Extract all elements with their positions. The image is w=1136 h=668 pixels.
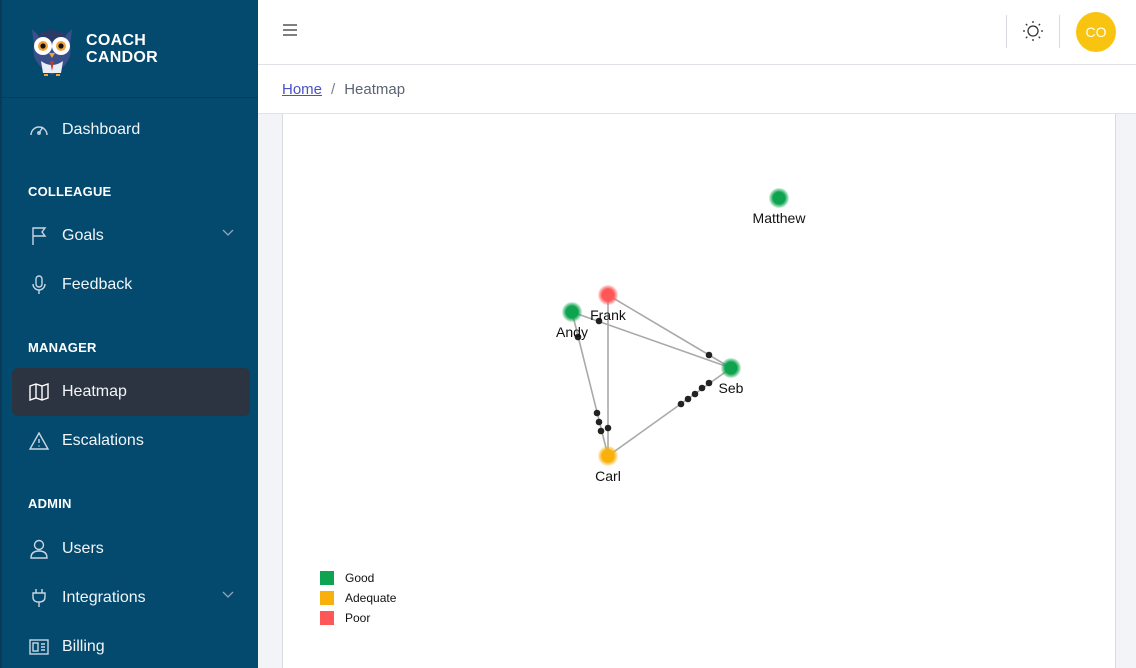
sidebar-item-goals[interactable]: Goals bbox=[12, 212, 250, 260]
sidebar-item-users[interactable]: Users bbox=[12, 525, 250, 573]
section-manager: MANAGER bbox=[28, 340, 97, 355]
edge-marker bbox=[593, 409, 601, 417]
section-colleague: COLLEAGUE bbox=[28, 184, 112, 199]
brand-line1: COACH bbox=[86, 31, 147, 49]
edge-marker bbox=[677, 400, 685, 408]
edge-marker bbox=[684, 395, 692, 403]
plug-icon bbox=[28, 587, 50, 609]
breadcrumb: Home / Heatmap bbox=[258, 65, 1136, 114]
breadcrumb-home-link[interactable]: Home bbox=[282, 81, 322, 98]
sidebar: COACH CANDOR Dashboard COLLEAGUE Goals F… bbox=[0, 0, 258, 668]
sidebar-item-label: Goals bbox=[62, 227, 104, 244]
chevron-down-icon bbox=[222, 591, 234, 598]
graph-node-label: Seb bbox=[719, 380, 744, 396]
graph-node-carl[interactable] bbox=[598, 446, 618, 466]
user-icon bbox=[28, 538, 50, 560]
graph-node-label: Frank bbox=[590, 307, 627, 323]
graph-node-label: Andy bbox=[556, 324, 588, 340]
graph-node-frank[interactable] bbox=[598, 285, 618, 305]
brand[interactable]: COACH CANDOR bbox=[2, 0, 258, 98]
legend-label-adequate: Adequate bbox=[345, 591, 397, 605]
graph-node-label: Matthew bbox=[753, 210, 807, 226]
header-divider bbox=[1059, 15, 1060, 48]
owl-logo-icon bbox=[32, 28, 72, 76]
speedometer-icon bbox=[28, 119, 50, 141]
sidebar-item-label: Users bbox=[62, 540, 104, 557]
sidebar-item-label: Dashboard bbox=[62, 121, 141, 138]
graph-node-andy[interactable] bbox=[562, 302, 582, 322]
hamburger-menu-icon[interactable] bbox=[282, 22, 298, 38]
legend-swatch-adequate bbox=[320, 591, 334, 605]
warning-icon bbox=[28, 430, 50, 452]
sidebar-item-dashboard[interactable]: Dashboard bbox=[12, 106, 250, 154]
legend-swatch-good bbox=[320, 571, 334, 585]
sidebar-item-escalations[interactable]: Escalations bbox=[12, 417, 250, 465]
theme-toggle-sun-icon[interactable] bbox=[1022, 20, 1044, 42]
legend-label-good: Good bbox=[345, 571, 374, 585]
sidebar-item-label: Feedback bbox=[62, 276, 133, 293]
flag-icon bbox=[28, 225, 50, 247]
legend-swatch-poor bbox=[320, 611, 334, 625]
top-header: CO bbox=[258, 0, 1136, 65]
sidebar-item-feedback[interactable]: Feedback bbox=[12, 261, 250, 309]
sidebar-item-billing[interactable]: Billing bbox=[12, 623, 250, 668]
heatmap-card: Matthew Frank Andy Seb Carl Good Adequate Poor bbox=[282, 114, 1116, 668]
sidebar-item-label: Escalations bbox=[62, 432, 144, 449]
breadcrumb-separator: / bbox=[331, 80, 336, 98]
edge-marker bbox=[604, 424, 612, 432]
edge-marker bbox=[691, 390, 699, 398]
billing-icon bbox=[28, 636, 50, 658]
graph-edge-carl-seb bbox=[607, 367, 732, 457]
chevron-down-icon bbox=[222, 229, 234, 236]
graph-node-seb[interactable] bbox=[721, 358, 741, 378]
sidebar-item-label: Heatmap bbox=[62, 383, 127, 400]
edge-marker bbox=[698, 384, 706, 392]
edge-marker bbox=[705, 351, 713, 359]
brand-name: COACH CANDOR bbox=[86, 32, 158, 66]
sidebar-item-integrations[interactable]: Integrations bbox=[12, 574, 250, 622]
edge-marker bbox=[597, 427, 605, 435]
brand-line2: CANDOR bbox=[86, 48, 159, 66]
avatar[interactable]: CO bbox=[1076, 12, 1116, 52]
section-admin: ADMIN bbox=[28, 496, 72, 511]
legend-label-poor: Poor bbox=[345, 611, 370, 625]
header-divider bbox=[1006, 15, 1007, 48]
microphone-icon bbox=[28, 274, 50, 296]
graph-node-label: Carl bbox=[595, 468, 621, 484]
sidebar-item-label: Integrations bbox=[62, 589, 146, 606]
breadcrumb-current: Heatmap bbox=[344, 80, 406, 98]
sidebar-item-label: Billing bbox=[62, 638, 105, 655]
map-icon bbox=[28, 381, 50, 403]
edge-marker bbox=[705, 379, 713, 387]
sidebar-item-heatmap[interactable]: Heatmap bbox=[12, 368, 250, 416]
graph-node-matthew[interactable] bbox=[769, 188, 789, 208]
heatmap-graph: Matthew FrankAndy Seb Carl Good Adequate Poor bbox=[320, 188, 807, 625]
edge-marker bbox=[595, 418, 603, 426]
